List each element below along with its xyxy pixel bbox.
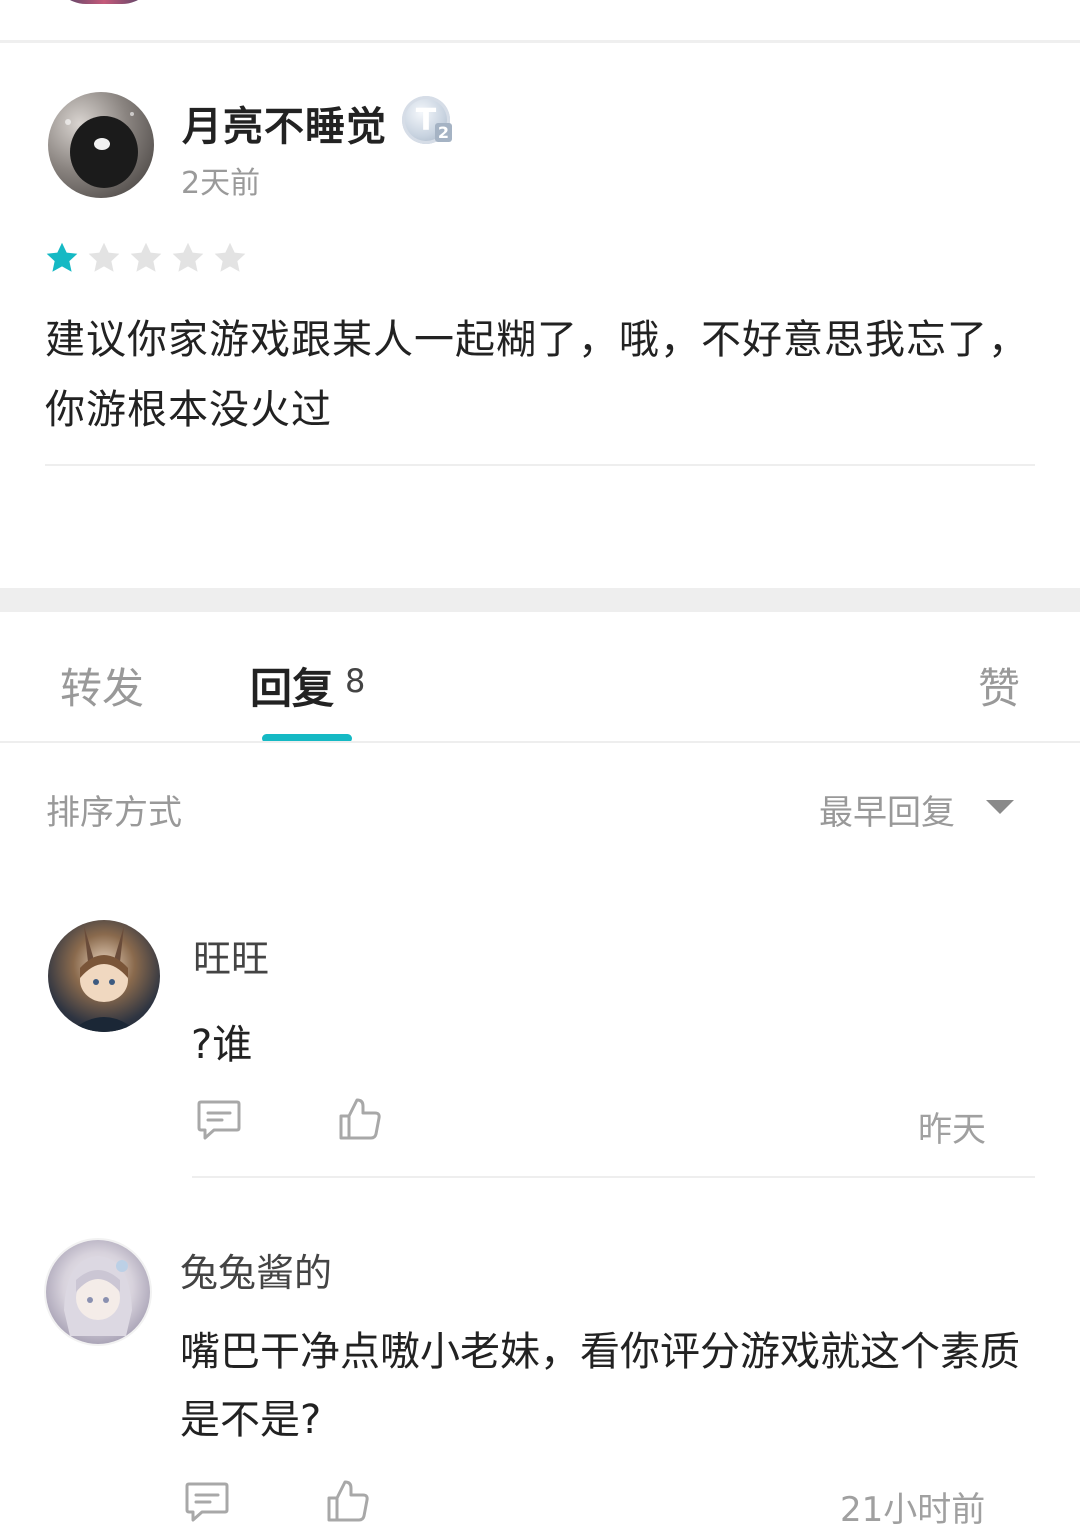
star-icon-filled (46, 242, 78, 272)
tabs-divider (0, 741, 1080, 743)
level-badge-icon: T 2 (402, 96, 452, 144)
comment-author-name[interactable]: 兔兔酱的 (180, 1242, 332, 1297)
post-divider (45, 464, 1035, 466)
level-badge-letter: T (415, 102, 437, 138)
top-divider (0, 40, 1080, 43)
sort-select[interactable]: 最早回复 (819, 785, 955, 834)
rating-stars (44, 240, 248, 276)
comment-author-name[interactable]: 旺旺 (193, 928, 269, 983)
star-icon-empty (172, 242, 204, 272)
star-icon-empty (214, 242, 246, 272)
comment-avatar[interactable] (48, 920, 160, 1032)
comment-divider (192, 1176, 1035, 1178)
comment-reply-icon[interactable] (184, 1480, 230, 1524)
comment-body-text: 嘴巴干净点嗷小老妹，看你评分游戏就这个素质是不是? (180, 1329, 1020, 1443)
comment-body-text: ?谁 (191, 1022, 253, 1068)
post-time: 2天前 (181, 166, 261, 201)
tab-like[interactable]: 赞 (978, 655, 1020, 716)
post-author-avatar[interactable] (48, 92, 154, 198)
comment-time: 21小时前 (840, 1490, 986, 1530)
sort-label: 排序方式 (46, 793, 182, 833)
chevron-down-icon[interactable] (984, 798, 1016, 816)
previous-avatar-peek (52, 0, 156, 4)
comment-avatar[interactable] (46, 1240, 150, 1344)
star-icon-empty (88, 242, 120, 272)
thumbs-up-icon[interactable] (325, 1478, 371, 1524)
comment-reply-icon[interactable] (196, 1098, 242, 1142)
tab-forward[interactable]: 转发 (60, 655, 144, 716)
star-icon-empty (130, 242, 162, 272)
thumbs-up-icon[interactable] (337, 1096, 383, 1142)
section-separator (0, 588, 1080, 612)
tab-reply-count: 8 (345, 662, 366, 700)
tab-reply[interactable]: 回复 (250, 655, 334, 716)
post-author-name[interactable]: 月亮不睡觉 (182, 94, 387, 152)
comment-time: 昨天 (918, 1110, 986, 1150)
post-body-text: 建议你家游戏跟某人一起糊了，哦，不好意思我忘了，你游根本没火过 (45, 317, 1029, 433)
level-badge-number: 2 (434, 123, 452, 142)
